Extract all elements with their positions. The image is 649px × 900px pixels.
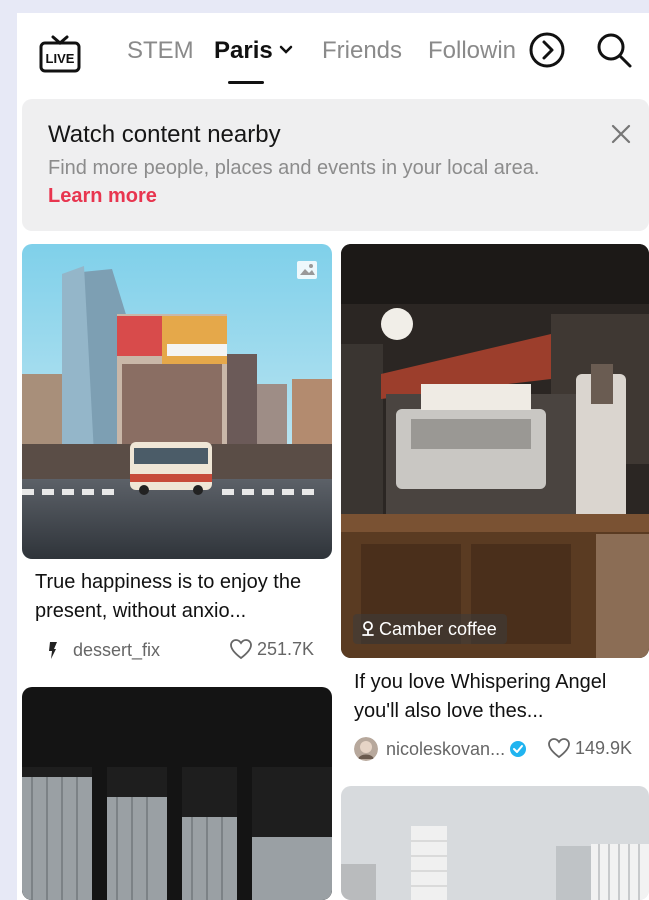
tab-friends[interactable]: Friends	[322, 37, 402, 65]
window-interior-photo	[22, 687, 332, 900]
nearby-banner: Watch content nearby Find more people, p…	[22, 99, 649, 231]
heart-icon	[230, 639, 252, 660]
location-name: Camber coffee	[379, 618, 497, 639]
author-name: nicoleskovan...	[386, 738, 506, 759]
tab-paris[interactable]: Paris	[214, 37, 293, 65]
feed-card-coffee[interactable]: Camber coffee	[341, 244, 649, 658]
learn-more-link[interactable]: Learn more	[48, 185, 157, 208]
chevron-down-icon	[279, 45, 292, 54]
card-caption[interactable]: True happiness is to enjoy the present, …	[35, 568, 325, 626]
tab-stem[interactable]: STEM	[127, 37, 194, 65]
active-tab-indicator	[228, 81, 264, 84]
card-author[interactable]: nicoleskovan...	[354, 737, 527, 761]
author-name: dessert_fix	[73, 639, 161, 660]
feed-card-city[interactable]	[22, 244, 332, 559]
top-navigation: LIVE STEM Paris Friends Followin	[17, 13, 649, 101]
card-author[interactable]: dessert_fix	[41, 638, 160, 662]
chevron-right-circle-icon[interactable]	[528, 31, 566, 69]
feed-card-skyline[interactable]	[341, 786, 649, 900]
city-street-photo	[22, 244, 332, 559]
banner-title: Watch content nearby	[48, 121, 281, 148]
tab-following[interactable]: Followin	[428, 37, 528, 65]
coffee-bar-photo	[341, 244, 649, 658]
search-icon[interactable]	[595, 31, 633, 69]
app-screen: LIVE STEM Paris Friends Followin Watch c…	[17, 13, 649, 900]
likes-value: 149.9K	[575, 737, 633, 758]
verified-badge-icon	[510, 741, 527, 757]
image-icon	[297, 261, 317, 279]
feed-card-window[interactable]	[22, 687, 332, 900]
tab-paris-label: Paris	[214, 37, 273, 64]
skyline-photo	[341, 786, 649, 900]
likes-value: 251.7K	[257, 638, 315, 659]
like-count[interactable]: 251.7K	[229, 638, 314, 660]
like-count[interactable]: 149.9K	[547, 737, 632, 759]
live-label: LIVE	[46, 51, 75, 66]
card-caption[interactable]: If you love Whispering Angel you'll also…	[354, 668, 649, 726]
avatar	[354, 737, 378, 761]
avatar	[41, 638, 65, 662]
banner-description: Find more people, places and events in y…	[48, 157, 540, 179]
location-tag[interactable]: Camber coffee	[353, 614, 507, 644]
location-pin-icon	[362, 621, 374, 636]
close-icon[interactable]	[608, 121, 634, 147]
heart-icon	[548, 738, 570, 759]
live-tv-icon[interactable]: LIVE	[38, 31, 82, 75]
